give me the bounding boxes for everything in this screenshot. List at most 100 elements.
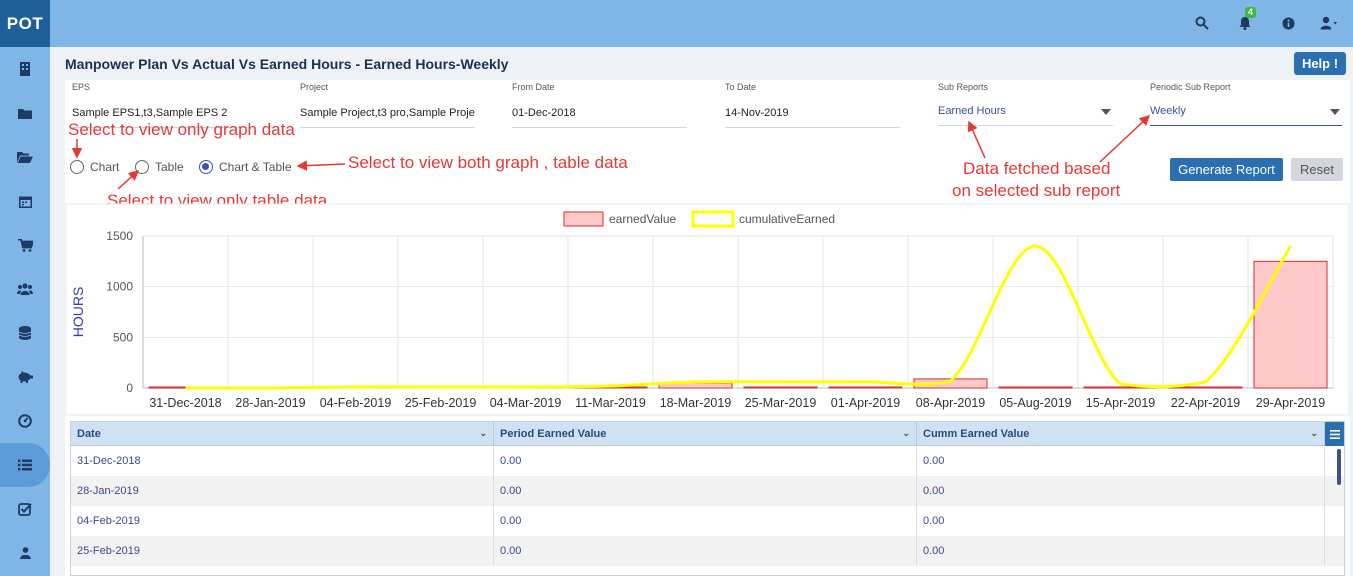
sidebar-item-database[interactable]: [0, 311, 50, 355]
x-tick-label: 28-Jan-2019: [235, 396, 305, 410]
sidebar-item-users[interactable]: [0, 267, 50, 311]
bell-icon[interactable]: 4: [1236, 7, 1257, 32]
search-icon[interactable]: [1193, 14, 1211, 32]
checkbox-icon: [18, 503, 32, 516]
sidebar-item-calendar[interactable]: [0, 179, 50, 223]
sidebar-item-reports[interactable]: [0, 443, 50, 487]
help-button[interactable]: Help !: [1294, 52, 1346, 75]
folder-icon: [18, 108, 32, 119]
radio-chart-circle[interactable]: [70, 160, 84, 174]
table-row[interactable]: 04-Feb-2019 0.00 0.00: [71, 506, 1344, 536]
x-tick-label: 31-Dec-2018: [149, 396, 221, 410]
chevron-down-icon[interactable]: [1101, 109, 1111, 115]
chevron-down-icon[interactable]: ⌄: [479, 428, 487, 439]
chart-container: 0 500 1000 1500 HOURS 31-Dec-2018 28-Jan-2019 0…: [65, 203, 1350, 416]
sidebar-item-tasks[interactable]: [0, 487, 50, 531]
bar-earnedValue: [743, 386, 818, 389]
chevron-down-icon[interactable]: [1330, 109, 1340, 115]
table-scrollbar[interactable]: [1337, 449, 1341, 485]
generate-report-button[interactable]: Generate Report: [1170, 158, 1283, 181]
sub-reports-select[interactable]: Earned Hours: [938, 105, 1113, 126]
periodic-sub-report-field[interactable]: Periodic Sub Report Weekly: [1150, 82, 1342, 126]
sidebar-item-cart[interactable]: [0, 223, 50, 267]
project-field[interactable]: Project Sample Project,t3 pro,Sample Pro…: [300, 82, 475, 128]
menu-icon: [1329, 429, 1340, 439]
bar-earnedValue: [1253, 260, 1328, 389]
radio-chart-table-label: Chart & Table: [219, 160, 292, 174]
table-body: 31-Dec-2018 0.00 0.00 28-Jan-2019 0.00 0…: [71, 446, 1344, 566]
column-header-period-earned[interactable]: Period Earned Value ⌄: [494, 422, 917, 445]
bar-earnedValue: [998, 386, 1073, 389]
sub-reports-field[interactable]: Sub Reports Earned Hours: [938, 82, 1113, 126]
radio-table-circle[interactable]: [135, 160, 149, 174]
folder-open-icon: [17, 151, 33, 163]
annotation-fetched-line-1: Data fetched based: [963, 159, 1111, 178]
sidebar-item-building[interactable]: [0, 47, 50, 91]
app-logo[interactable]: POT: [0, 0, 50, 47]
sub-reports-value: Earned Hours: [938, 105, 1006, 117]
table-row[interactable]: 25-Feb-2019 0.00 0.00: [71, 536, 1344, 566]
sidebar-item-folder-open[interactable]: [0, 135, 50, 179]
y-axis-label: HOURS: [70, 287, 86, 338]
column-header-period-earned-label: Period Earned Value: [500, 428, 607, 440]
table-menu-button[interactable]: [1325, 422, 1344, 446]
reset-button[interactable]: Reset: [1291, 158, 1343, 181]
y-tick-label: 1000: [106, 280, 133, 294]
user-icon: [19, 547, 31, 559]
legend-swatch-cumulativeEarned: [691, 210, 735, 228]
sidebar-item-folder[interactable]: [0, 91, 50, 135]
sidebar-item-profile[interactable]: [0, 531, 50, 575]
to-date-value[interactable]: 14-Nov-2019: [725, 107, 900, 128]
top-bar: POT 4: [0, 0, 1353, 47]
to-date-field[interactable]: To Date 14-Nov-2019: [725, 82, 900, 128]
table-row[interactable]: 31-Dec-2018 0.00 0.00: [71, 446, 1344, 476]
table-row[interactable]: 28-Jan-2019 0.00 0.00: [71, 476, 1344, 506]
cell-date: 25-Feb-2019: [71, 536, 494, 566]
cell-date: 04-Feb-2019: [71, 506, 494, 536]
cell-period-earned: 0.00: [494, 476, 917, 506]
chevron-down-icon[interactable]: ⌄: [902, 428, 910, 439]
legend-label-earnedValue: earnedValue: [609, 212, 676, 226]
legend-label-cumulativeEarned: cumulativeEarned: [739, 212, 835, 226]
project-label: Project: [300, 82, 329, 92]
cell-cumm-earned: 0.00: [917, 536, 1325, 566]
x-tick-label: 29-Apr-2019: [1256, 396, 1326, 410]
radio-chart-table-circle[interactable]: [199, 160, 213, 174]
calendar-icon: [18, 196, 32, 208]
chevron-down-icon[interactable]: ⌄: [1310, 428, 1318, 439]
sidebar-item-piggy-bank[interactable]: [0, 355, 50, 399]
from-date-value[interactable]: 01-Dec-2018: [512, 107, 687, 128]
y-tick-label: 1500: [106, 229, 133, 243]
users-icon: [17, 283, 33, 295]
cell-period-earned: 0.00: [494, 446, 917, 476]
eps-label: EPS: [72, 82, 91, 92]
radio-chart-label: Chart: [90, 160, 120, 174]
sidebar: [0, 47, 50, 576]
x-tick-label: 04-Feb-2019: [320, 396, 392, 410]
from-date-field[interactable]: From Date 01-Dec-2018: [512, 82, 687, 128]
sidebar-item-dashboard[interactable]: [0, 399, 50, 443]
column-header-date[interactable]: Date ⌄: [71, 422, 494, 445]
list-icon: [18, 459, 32, 471]
x-tick-label: 01-Apr-2019: [831, 396, 901, 410]
bar-earnedValue: [828, 386, 903, 389]
table-header: Date ⌄ Period Earned Value ⌄ Cumm Earned V…: [71, 422, 1344, 446]
project-value[interactable]: Sample Project,t3 pro,Sample Proje: [300, 107, 475, 128]
radio-table[interactable]: Table: [135, 160, 184, 174]
radio-chart-table[interactable]: Chart & Table: [199, 160, 292, 174]
y-tick-label: 500: [113, 330, 133, 344]
column-header-cumm-earned-label: Cumm Earned Value: [923, 428, 1030, 440]
piggy-bank-icon: [18, 371, 33, 383]
column-header-cumm-earned[interactable]: Cumm Earned Value ⌄: [917, 422, 1325, 445]
info-icon[interactable]: [1279, 14, 1297, 32]
user-menu-icon[interactable]: [1320, 14, 1338, 32]
cell-cumm-earned: 0.00: [917, 476, 1325, 506]
radio-chart[interactable]: Chart: [70, 160, 119, 174]
notification-badge: 4: [1245, 7, 1257, 18]
periodic-sub-report-select[interactable]: Weekly: [1150, 105, 1342, 126]
periodic-sub-report-value: Weekly: [1150, 105, 1186, 117]
column-header-date-label: Date: [77, 428, 101, 440]
cell-cumm-earned: 0.00: [917, 506, 1325, 536]
sub-reports-label: Sub Reports: [938, 82, 989, 92]
x-tick-label: 18-Mar-2019: [660, 396, 732, 410]
